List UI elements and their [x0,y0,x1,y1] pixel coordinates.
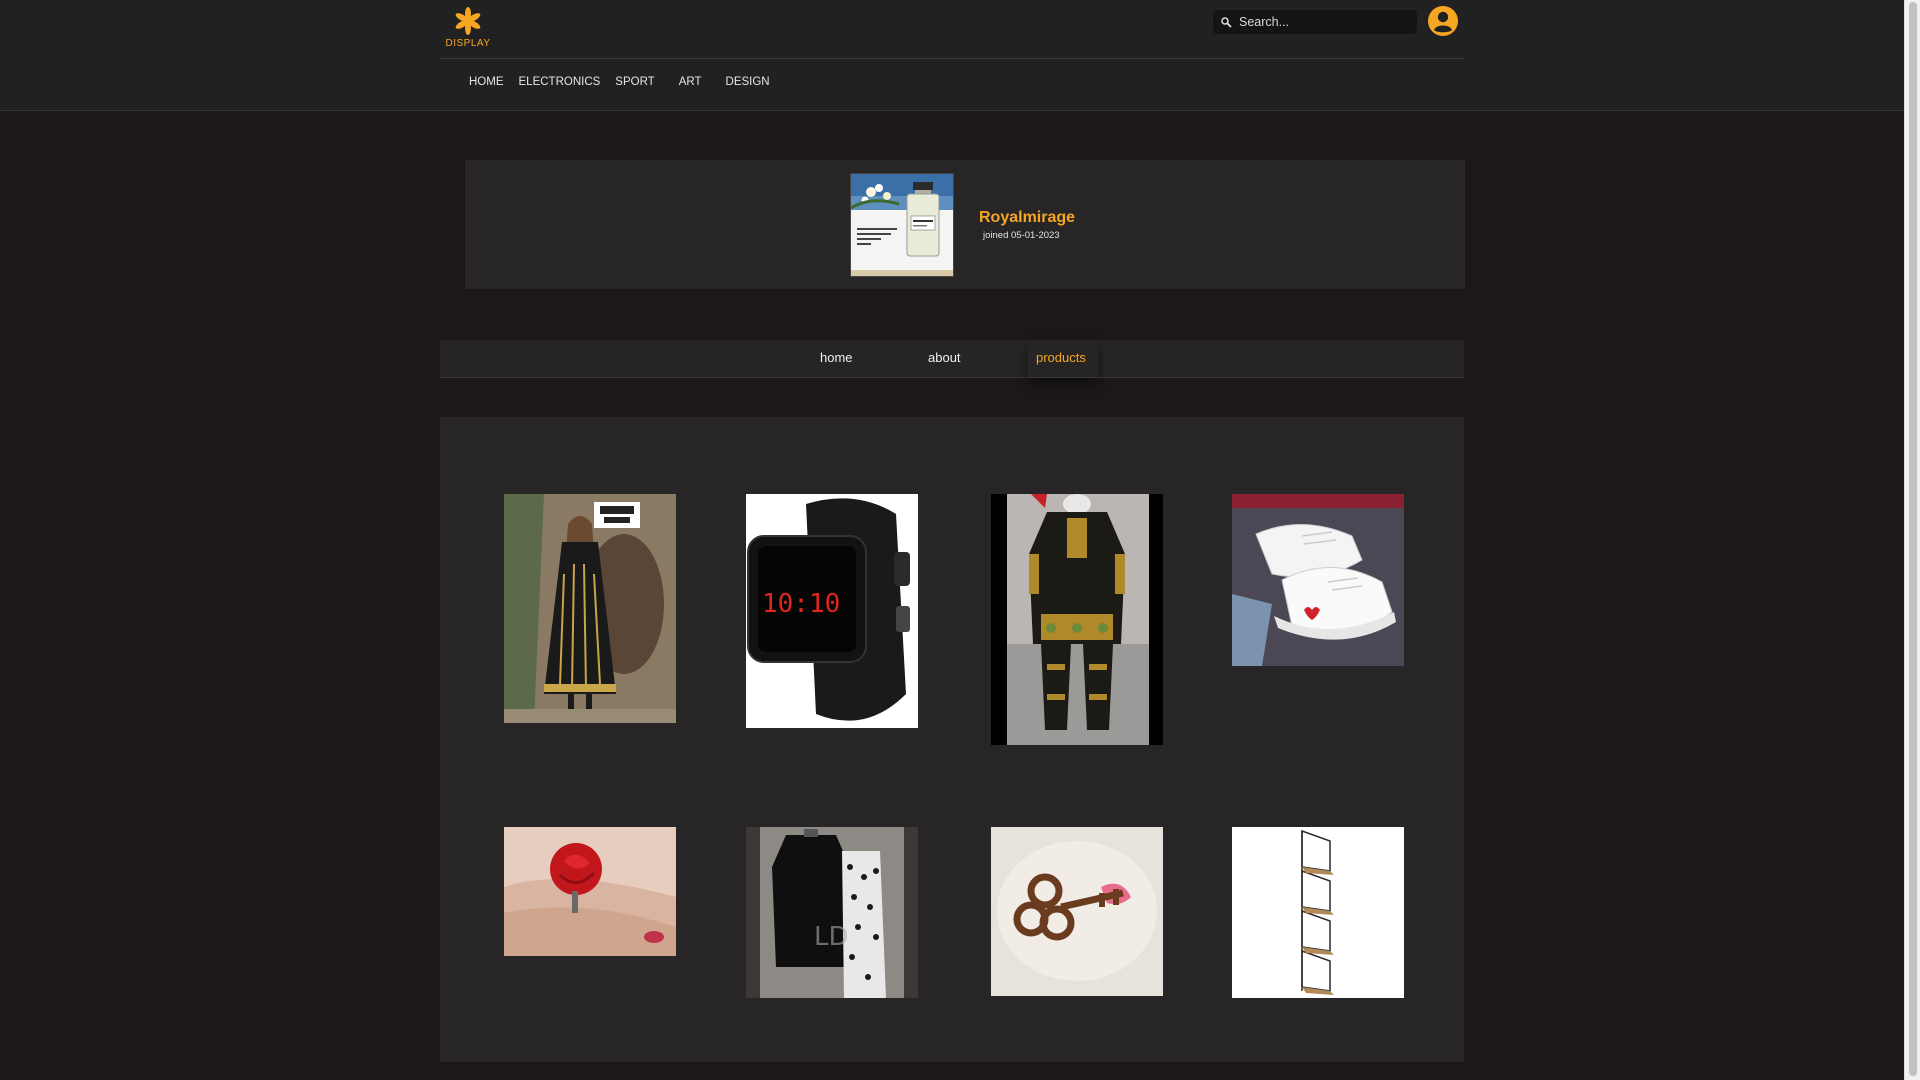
search-box[interactable] [1213,10,1417,34]
product-card[interactable] [1232,827,1404,998]
search-input[interactable] [1239,15,1409,29]
product-card[interactable] [1232,494,1404,666]
watch-product-image: 10:10 [746,494,918,728]
header-divider [440,58,1464,59]
rose-ring-product-image [504,827,676,956]
perfume-bottle-image [851,174,953,276]
wall-shelf-product-image [1232,827,1404,998]
store-profile-card: Royalmirage joined 05-01-2023 [465,160,1465,289]
key-hook-product-image [991,827,1163,996]
svg-text:LD: LD [814,922,849,952]
dress-product-image [504,494,676,723]
header-container: DISPLAY HOME ELECTRONICS SPORT ART DESIG… [440,0,1464,111]
main-nav: HOME ELECTRONICS SPORT ART DESIGN [469,76,785,88]
nav-item-sport[interactable]: SPORT [615,76,654,88]
product-card[interactable]: LD [746,827,918,998]
product-card[interactable]: 10:10 [746,494,918,728]
tab-products[interactable]: products [1036,350,1086,365]
logo-text: DISPLAY [445,38,491,49]
asterisk-logo-icon [455,7,481,35]
nav-item-design[interactable]: DESIGN [726,76,770,88]
product-card[interactable] [504,827,676,956]
tab-home[interactable]: home [820,350,853,365]
nav-item-home[interactable]: HOME [469,76,504,88]
scrollbar-thumb[interactable] [1909,2,1917,1076]
page-scrollbar[interactable] [1904,0,1920,1080]
store-avatar [850,173,954,277]
products-grid: 10:10 LD [440,417,1464,1062]
svg-text:10:10: 10:10 [762,589,840,619]
tab-about[interactable]: about [928,350,961,365]
kurta-set-product-image [991,494,1163,745]
user-account-icon[interactable] [1428,6,1458,36]
suit-product-image: LD [746,827,918,998]
product-card[interactable] [991,827,1163,996]
nav-item-art[interactable]: ART [679,76,702,88]
product-card[interactable] [991,494,1163,745]
store-tabs: home about products [440,340,1464,378]
store-name: Royalmirage [979,209,1076,226]
site-logo[interactable]: DISPLAY [446,6,490,52]
product-card[interactable] [504,494,676,723]
search-icon [1221,17,1232,28]
nav-item-electronics[interactable]: ELECTRONICS [519,76,601,88]
sneakers-product-image [1232,494,1404,666]
joined-date: joined 05-01-2023 [983,230,1060,241]
site-header: DISPLAY HOME ELECTRONICS SPORT ART DESIG… [0,0,1904,111]
